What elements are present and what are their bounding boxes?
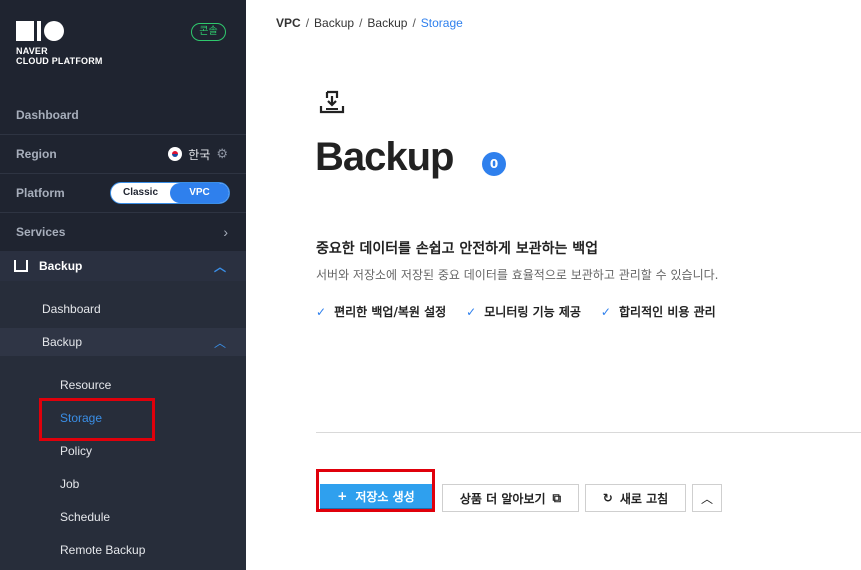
submenu-label: Remote Backup <box>60 543 146 557</box>
breadcrumb-item[interactable]: VPC <box>276 16 301 30</box>
collapse-button[interactable]: ︿ <box>692 484 722 512</box>
submenu-resource[interactable]: Resource <box>0 371 246 399</box>
region-label: Region <box>16 147 57 161</box>
sidebar-item-dashboard[interactable]: Dashboard <box>0 96 246 135</box>
page-subtitle: 중요한 데이터를 손쉽고 안전하게 보관하는 백업 <box>316 241 598 257</box>
feature-item: ✓ 모니터링 기능 제공 <box>466 303 581 320</box>
submenu-label: Backup <box>42 335 83 349</box>
count-badge: 0 <box>482 152 506 176</box>
submenu-label: Job <box>60 477 80 491</box>
submenu-label: Schedule <box>60 510 111 524</box>
logo-text: NAVER CLOUD PLATFORM <box>16 46 103 66</box>
breadcrumb: VPC / Backup / Backup / Storage <box>276 16 463 30</box>
submenu-label: Resource <box>60 378 112 392</box>
check-icon: ✓ <box>466 304 477 319</box>
create-highlight-box <box>316 469 435 512</box>
divider <box>316 432 861 433</box>
check-icon: ✓ <box>600 304 611 319</box>
region-value: 한국 <box>188 147 211 162</box>
logo-line2: CLOUD PLATFORM <box>16 56 103 66</box>
submenu-job[interactable]: Job <box>0 470 246 498</box>
breadcrumb-item[interactable]: Backup <box>367 16 407 30</box>
logo-line1: NAVER <box>16 46 48 56</box>
submenu-policy[interactable]: Policy <box>0 437 246 465</box>
feature-label: 편리한 백업/복원 설정 <box>334 305 447 319</box>
feature-item: ✓ 편리한 백업/복원 설정 <box>316 303 446 320</box>
learn-more-button[interactable]: 상품 더 알아보기 ⧉ <box>442 484 579 512</box>
korea-flag-icon <box>168 147 183 161</box>
submenu-dashboard[interactable]: Dashboard <box>0 295 246 323</box>
sidebar-item-services[interactable]: Services › <box>0 213 246 252</box>
feature-label: 합리적인 비용 관리 <box>618 305 716 319</box>
backup-icon <box>14 260 28 272</box>
submenu-schedule[interactable]: Schedule <box>0 503 246 531</box>
submenu-remote-backup[interactable]: Remote Backup <box>0 536 246 564</box>
chevron-up-icon: ︿ <box>213 335 226 350</box>
feature-item: ✓ 합리적인 비용 관리 <box>601 303 716 320</box>
sidebar-section-backup[interactable]: Backup ︿ <box>0 251 246 281</box>
learn-more-label: 상품 더 알아보기 <box>459 491 546 506</box>
feature-label: 모니터링 기능 제공 <box>484 305 581 319</box>
external-link-icon: ⧉ <box>552 490 562 505</box>
breadcrumb-item[interactable]: Backup <box>314 16 354 30</box>
refresh-button[interactable]: ↻ 새로 고침 <box>585 484 686 512</box>
storage-highlight-box <box>39 398 155 441</box>
chevron-right-icon: › <box>223 224 228 240</box>
submenu-label: Policy <box>60 444 93 458</box>
sidebar-section-label: Backup <box>39 259 83 273</box>
sidebar-item-platform: Platform Classic VPC <box>0 174 246 213</box>
chevron-up-icon: ︿ <box>213 259 226 274</box>
submenu-backup[interactable]: Backup ︿ <box>0 328 246 356</box>
submenu-label: Dashboard <box>42 302 101 316</box>
console-badge[interactable]: 콘솔 <box>191 23 226 41</box>
backup-download-icon <box>319 90 345 114</box>
sidebar-item-label: Dashboard <box>16 108 79 122</box>
refresh-label: 새로 고침 <box>619 491 669 506</box>
sidebar-item-label: Services <box>16 225 66 239</box>
platform-toggle[interactable]: Classic VPC <box>110 182 230 204</box>
platform-label: Platform <box>16 186 65 200</box>
platform-option-classic[interactable]: Classic <box>111 183 170 203</box>
sidebar-item-region[interactable]: Region 한국 ⚙ <box>0 135 246 174</box>
naver-cloud-logo[interactable]: NAVER CLOUD PLATFORM <box>16 21 103 66</box>
chevron-up-icon: ︿ <box>700 491 713 506</box>
gear-icon[interactable]: ⚙ <box>216 146 228 162</box>
platform-option-vpc[interactable]: VPC <box>170 183 229 203</box>
check-icon: ✓ <box>316 304 327 319</box>
sidebar: NAVER CLOUD PLATFORM 콘솔 Dashboard Region… <box>0 0 246 570</box>
page-title: Backup <box>315 135 454 179</box>
logo-mark <box>16 21 103 41</box>
refresh-icon: ↻ <box>602 491 613 505</box>
breadcrumb-current: Storage <box>420 16 463 30</box>
feature-list: ✓ 편리한 백업/복원 설정 ✓ 모니터링 기능 제공 ✓ 합리적인 비용 관리 <box>316 303 716 320</box>
page-description: 서버와 저장소에 저장된 중요 데이터를 효율적으로 보관하고 관리할 수 있습… <box>316 268 719 282</box>
